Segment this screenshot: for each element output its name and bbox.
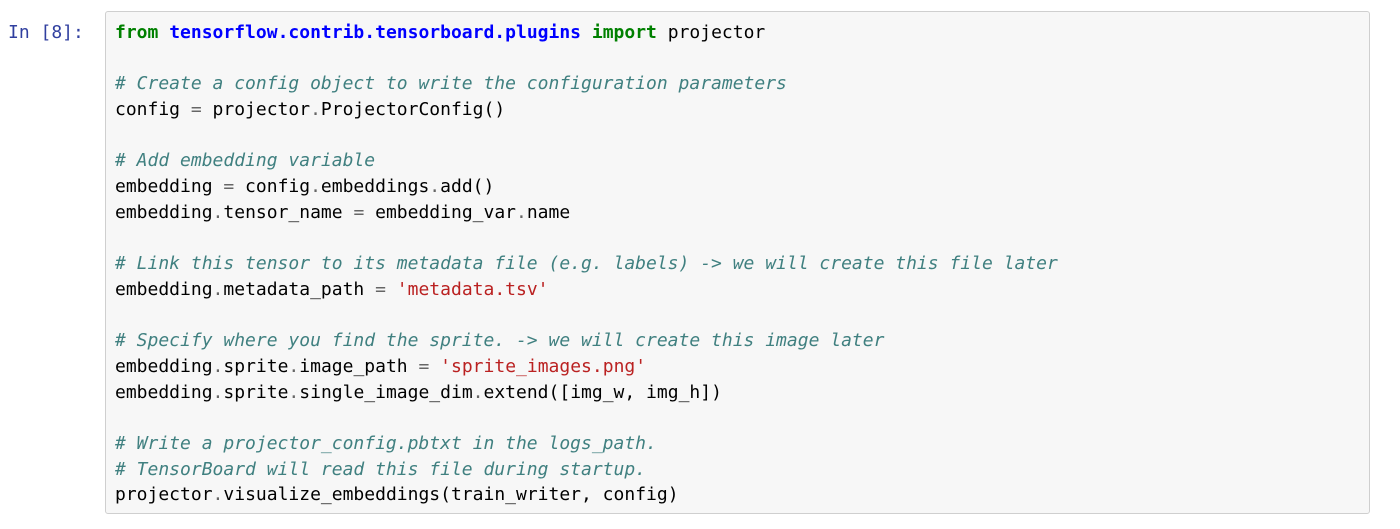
- code-token: sprite: [223, 355, 289, 377]
- code-token: extend([img_w, img_h]): [483, 381, 722, 403]
- code-token: .: [212, 355, 224, 377]
- code-line: ​: [115, 303, 1058, 329]
- code-line: from tensorflow.contrib.tensorboard.plug…: [115, 20, 1058, 46]
- code-line: embedding.sprite.image_path = 'sprite_im…: [115, 354, 1058, 380]
- code-token: # Write a projector_config.pbtxt in the …: [115, 433, 657, 454]
- code-line: # Specify where you find the sprite. -> …: [115, 328, 1058, 354]
- code-line: ​: [115, 123, 1058, 149]
- code-token: # Specify where you find the sprite. -> …: [115, 330, 885, 352]
- cell-prompt: In [8]:: [8, 22, 84, 43]
- code-token: config: [234, 176, 311, 198]
- code-token: 'metadata.tsv': [396, 278, 549, 300]
- code-token: =: [353, 201, 365, 223]
- code-token: .: [212, 381, 224, 403]
- code-token: # Link this tensor to its metadata file …: [115, 253, 1058, 275]
- code-token: # Add embedding variable: [115, 150, 376, 172]
- code-token: embeddings: [320, 176, 430, 198]
- code-line: # Write a projector_config.pbtxt in the …: [115, 431, 1058, 457]
- code-token: sprite: [223, 381, 289, 403]
- code-token: embedding: [115, 355, 213, 377]
- code-line: embedding = config.embeddings.add(): [115, 174, 1058, 200]
- code-token: .: [212, 278, 224, 300]
- code-token: projector: [656, 22, 766, 43]
- code-cell: In [8]: from tensorflow.contrib.tensorbo…: [0, 0, 1400, 529]
- code-token: .: [288, 381, 300, 403]
- code-line: ​: [115, 405, 1058, 431]
- code-line: embedding.metadata_path = 'metadata.tsv': [115, 277, 1058, 303]
- code-token: metadata_path: [223, 278, 376, 300]
- code-token: single_image_dim: [299, 381, 473, 403]
- code-token: embedding_var: [364, 201, 516, 223]
- code-editor[interactable]: from tensorflow.contrib.tensorboard.plug…: [115, 20, 1058, 508]
- code-token: embedding: [115, 201, 213, 223]
- code-token: # TensorBoard will read this file during…: [115, 458, 647, 480]
- code-token: embedding: [115, 176, 224, 198]
- code-token: ProjectorConfig(): [320, 99, 506, 121]
- code-token: projector: [201, 99, 311, 121]
- code-line: ​: [115, 46, 1058, 72]
- code-token: .: [310, 176, 321, 198]
- code-token: embedding: [115, 278, 213, 300]
- code-token: =: [190, 99, 202, 121]
- code-token: config: [115, 99, 191, 121]
- code-token: visualize_embeddings(train_writer, confi…: [223, 484, 679, 506]
- code-token: import: [591, 22, 657, 43]
- code-token: tensor_name: [223, 201, 354, 223]
- code-line: embedding.sprite.single_image_dim.extend…: [115, 380, 1058, 406]
- code-line: # TensorBoard will read this file during…: [115, 457, 1058, 483]
- code-token: .: [472, 381, 484, 403]
- code-token: add(): [440, 176, 495, 198]
- code-token: tensorflow.contrib.tensorboard.plugins: [169, 22, 582, 43]
- code-line: config = projector.ProjectorConfig(): [115, 97, 1058, 123]
- code-token: .: [429, 176, 441, 198]
- code-token: =: [418, 355, 430, 377]
- code-token: .: [288, 355, 300, 377]
- code-token: .: [310, 99, 321, 121]
- code-line: embedding.tensor_name = embedding_var.na…: [115, 200, 1058, 226]
- code-token: .: [212, 484, 224, 506]
- code-line: projector.visualize_embeddings(train_wri…: [115, 482, 1058, 508]
- code-token: embedding: [115, 381, 213, 403]
- code-token: image_path: [299, 355, 419, 377]
- code-token: .: [516, 201, 527, 223]
- code-token: =: [375, 278, 386, 300]
- code-token: projector: [115, 484, 213, 506]
- code-line: # Link this tensor to its metadata file …: [115, 251, 1058, 277]
- code-line: # Add embedding variable: [115, 148, 1058, 174]
- code-token: name: [526, 201, 571, 223]
- code-token: =: [223, 176, 235, 198]
- code-token: 'sprite_images.png': [440, 355, 647, 377]
- code-token: .: [212, 201, 224, 223]
- code-line: ​: [115, 226, 1058, 252]
- code-line: # Create a config object to write the co…: [115, 71, 1058, 97]
- code-token: from: [115, 22, 159, 43]
- code-token: # Create a config object to write the co…: [115, 73, 787, 95]
